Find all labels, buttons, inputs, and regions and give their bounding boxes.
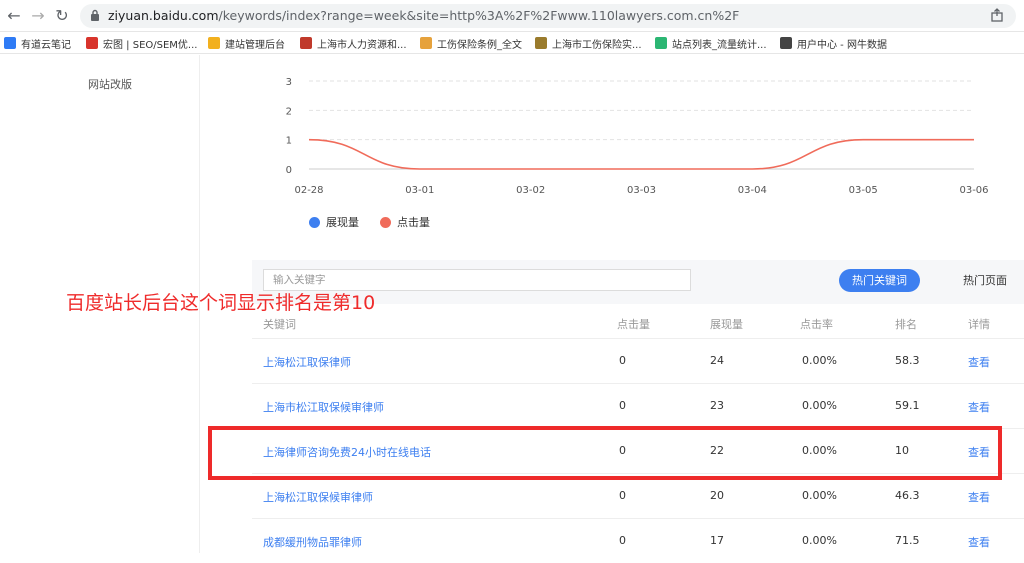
lock-icon bbox=[91, 9, 99, 21]
y-tick-label: 0 bbox=[286, 165, 292, 176]
legend-item-impressions[interactable]: 展现量 bbox=[309, 214, 359, 230]
bookmark-item[interactable]: 上海市人力资源和... bbox=[300, 36, 407, 51]
legend-label: 展现量 bbox=[326, 216, 359, 229]
bookmark-item[interactable]: 工伤保险条例_全文 bbox=[420, 36, 522, 51]
cell-clicks: 0 bbox=[619, 399, 626, 412]
cell-impressions: 23 bbox=[710, 399, 724, 412]
sidebar-item-site-revision[interactable]: 网站改版 bbox=[88, 76, 132, 92]
highlight-box bbox=[208, 426, 1002, 480]
bookmark-favicon-icon bbox=[420, 37, 432, 49]
bookmark-label: 上海市人力资源和... bbox=[317, 39, 407, 51]
address-bar[interactable]: ziyuan.baidu.com/keywords/index?range=we… bbox=[80, 4, 1016, 28]
bookmark-item[interactable]: 站点列表_流量统计... bbox=[655, 36, 767, 51]
legend-label: 点击量 bbox=[397, 216, 430, 229]
column-header-impressions: 展现量 bbox=[710, 318, 743, 331]
column-header-keyword: 关键词 bbox=[263, 318, 296, 331]
forward-arrow-icon[interactable]: → bbox=[28, 6, 48, 26]
cell-ctr: 0.00% bbox=[802, 489, 837, 502]
table-row: 上海松江取保律师 0 24 0.00% 58.3 查看 bbox=[252, 338, 1024, 383]
bookmark-item[interactable]: 用户中心 - 网牛数据 bbox=[780, 36, 887, 51]
bookmark-item[interactable]: 宏图 | SEO/SEM优... bbox=[86, 36, 198, 51]
cell-clicks: 0 bbox=[619, 354, 626, 367]
y-tick-label: 2 bbox=[286, 106, 292, 117]
x-tick-label: 02-28 bbox=[294, 185, 323, 196]
keyword-link[interactable]: 成都缓刑物品罪律师 bbox=[263, 534, 362, 550]
line-chart: 0 1 2 3 02-28 03-01 03-02 03-03 03-04 03-05 03-06 bbox=[286, 77, 989, 196]
x-tick-label: 03-05 bbox=[849, 185, 878, 196]
column-header-detail: 详情 bbox=[968, 318, 990, 331]
cell-impressions: 24 bbox=[710, 354, 724, 367]
view-detail-link[interactable]: 查看 bbox=[968, 354, 990, 370]
y-tick-label: 3 bbox=[286, 77, 292, 88]
table-row: 上海市松江取保候审律师 0 23 0.00% 59.1 查看 bbox=[252, 383, 1024, 428]
browser-toolbar: ← → ↻ ziyuan.baidu.com/keywords/index?ra… bbox=[0, 0, 1024, 32]
annotation-text: 百度站长后台这个词显示排名是第10 bbox=[66, 292, 376, 314]
view-detail-link[interactable]: 查看 bbox=[968, 534, 990, 550]
cell-clicks: 0 bbox=[619, 489, 626, 502]
bookmark-label: 工伤保险条例_全文 bbox=[437, 39, 522, 51]
tab-hot-keywords[interactable]: 热门关键词 bbox=[839, 269, 920, 292]
bookmark-favicon-icon bbox=[4, 37, 16, 49]
cell-rank: 71.5 bbox=[895, 534, 920, 547]
bookmark-favicon-icon bbox=[535, 37, 547, 49]
bookmark-label: 有道云笔记 bbox=[21, 39, 71, 51]
cell-ctr: 0.00% bbox=[802, 399, 837, 412]
series-line-clicks bbox=[308, 138, 974, 170]
bookmark-favicon-icon bbox=[780, 37, 792, 49]
legend-dot-icon bbox=[380, 216, 391, 228]
legend-item-clicks[interactable]: 点击量 bbox=[380, 214, 430, 230]
x-tick-label: 03-06 bbox=[959, 185, 988, 196]
cell-rank: 46.3 bbox=[895, 489, 920, 502]
bookmark-label: 建站管理后台 bbox=[225, 39, 285, 51]
cell-impressions: 17 bbox=[710, 534, 724, 547]
x-tick-label: 03-02 bbox=[516, 185, 545, 196]
cell-ctr: 0.00% bbox=[802, 354, 837, 367]
cell-rank: 58.3 bbox=[895, 354, 920, 367]
bookmark-item[interactable]: 上海市工伤保险实... bbox=[535, 36, 642, 51]
bookmark-label: 站点列表_流量统计... bbox=[672, 39, 767, 51]
url-text: ziyuan.baidu.com/keywords/index?range=we… bbox=[108, 8, 740, 23]
keyword-link[interactable]: 上海松江取保律师 bbox=[263, 354, 351, 370]
keyword-link[interactable]: 上海市松江取保候审律师 bbox=[263, 399, 384, 415]
bookmark-label: 宏图 | SEO/SEM优... bbox=[103, 39, 198, 51]
tab-hot-pages[interactable]: 热门页面 bbox=[963, 269, 1007, 292]
bookmark-favicon-icon bbox=[300, 37, 312, 49]
keyword-link[interactable]: 上海松江取保候审律师 bbox=[263, 489, 373, 505]
x-tick-label: 03-04 bbox=[738, 185, 767, 196]
x-tick-label: 03-01 bbox=[405, 185, 434, 196]
reload-icon[interactable]: ↻ bbox=[52, 6, 72, 26]
cell-clicks: 0 bbox=[619, 534, 626, 547]
bookmark-label: 上海市工伤保险实... bbox=[552, 39, 642, 51]
bookmark-item[interactable]: 建站管理后台 bbox=[208, 36, 285, 51]
cell-ctr: 0.00% bbox=[802, 534, 837, 547]
table-row: 成都缓刑物品罪律师 0 17 0.00% 71.5 查看 bbox=[252, 518, 1024, 563]
view-detail-link[interactable]: 查看 bbox=[968, 399, 990, 415]
bookmarks-bar: 有道云笔记 宏图 | SEO/SEM优... 建站管理后台 上海市人力资源和... 工伤… bbox=[0, 32, 1024, 54]
legend-dot-icon bbox=[309, 216, 320, 228]
cell-rank: 59.1 bbox=[895, 399, 920, 412]
bookmark-label: 用户中心 - 网牛数据 bbox=[797, 39, 887, 51]
column-header-clicks: 点击量 bbox=[617, 318, 650, 331]
bookmark-item[interactable]: 有道云笔记 bbox=[4, 36, 71, 51]
bookmark-favicon-icon bbox=[208, 37, 220, 49]
back-arrow-icon[interactable]: ← bbox=[4, 6, 24, 26]
y-tick-label: 1 bbox=[286, 136, 292, 147]
bookmark-favicon-icon bbox=[655, 37, 667, 49]
column-header-ctr: 点击率 bbox=[800, 318, 833, 331]
cell-impressions: 20 bbox=[710, 489, 724, 502]
share-icon[interactable] bbox=[990, 8, 1006, 24]
x-tick-label: 03-03 bbox=[627, 185, 656, 196]
view-detail-link[interactable]: 查看 bbox=[968, 489, 990, 505]
column-header-rank: 排名 bbox=[895, 318, 917, 331]
bookmark-favicon-icon bbox=[86, 37, 98, 49]
